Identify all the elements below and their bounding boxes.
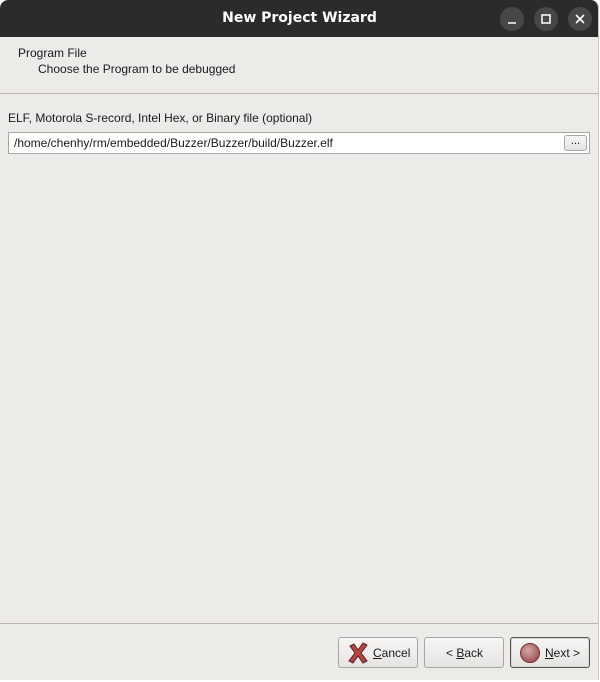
- maximize-icon: [541, 14, 551, 24]
- footer-separator: [0, 623, 598, 624]
- red-x-icon: [348, 642, 368, 664]
- back-label: < Back: [446, 646, 484, 660]
- program-file-field: ...: [8, 132, 590, 154]
- close-button[interactable]: [568, 7, 592, 31]
- wizard-window: New Project Wizard Program File Choose t…: [0, 0, 599, 680]
- red-orb-icon: [520, 643, 540, 663]
- page-title: Program File: [18, 46, 87, 60]
- cancel-label: Cancel: [373, 646, 411, 660]
- back-button[interactable]: < Back: [424, 637, 504, 668]
- page-subtitle: Choose the Program to be debugged: [38, 62, 236, 76]
- maximize-button[interactable]: [534, 7, 558, 31]
- cancel-button[interactable]: Cancel: [338, 637, 418, 668]
- program-file-input[interactable]: [9, 133, 563, 153]
- next-label: Next >: [545, 646, 581, 660]
- minimize-button[interactable]: [500, 7, 524, 31]
- close-icon: [575, 14, 585, 24]
- next-button[interactable]: Next >: [510, 637, 590, 668]
- wizard-header: Program File Choose the Program to be de…: [0, 37, 598, 94]
- program-file-label: ELF, Motorola S-record, Intel Hex, or Bi…: [8, 111, 313, 125]
- browse-button[interactable]: ...: [564, 135, 587, 151]
- title-bar[interactable]: New Project Wizard: [0, 0, 598, 37]
- minimize-icon: [508, 22, 516, 24]
